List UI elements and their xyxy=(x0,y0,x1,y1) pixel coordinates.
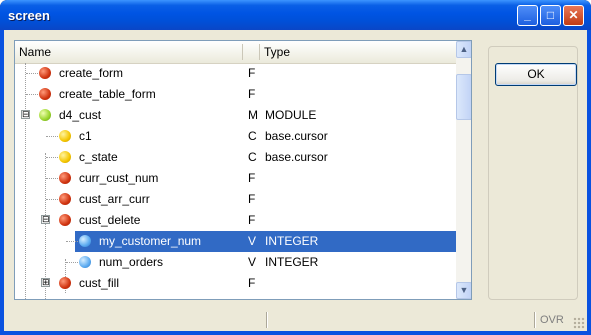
row-name: curr_cust_num xyxy=(79,171,159,185)
tree-header: Name Type xyxy=(15,41,456,64)
status-divider xyxy=(534,312,535,328)
tree-row[interactable]: c1 C base.cursor xyxy=(15,126,456,147)
column-divider[interactable] xyxy=(259,44,260,60)
cursor-icon xyxy=(59,151,71,163)
column-divider[interactable] xyxy=(242,44,243,60)
row-name: cust_fill xyxy=(79,276,120,290)
tree-row[interactable]: curr_cust_num F xyxy=(15,168,456,189)
row-name: c_state xyxy=(79,150,118,164)
row-kind: M xyxy=(248,108,258,122)
collapse-icon[interactable]: ⊟ xyxy=(41,215,50,224)
column-header-type[interactable]: Type xyxy=(264,45,290,59)
vertical-scrollbar[interactable]: ▲ ▼ xyxy=(456,41,471,299)
row-name: cust_arr_curr xyxy=(79,192,150,206)
row-name: my_customer_num xyxy=(99,234,202,248)
row-kind: F xyxy=(248,213,256,227)
tree-guide-line xyxy=(66,262,78,263)
row-name: create_table_form xyxy=(59,87,156,101)
row-type: base.cursor xyxy=(265,150,328,164)
scroll-up-button[interactable]: ▲ xyxy=(456,41,471,58)
overwrite-mode-indicator: OVR xyxy=(540,314,564,326)
tree-row[interactable]: create_form F xyxy=(15,63,456,84)
chevron-down-icon: ▼ xyxy=(459,285,469,295)
row-type: base.cursor xyxy=(265,129,328,143)
row-kind: F xyxy=(248,276,256,290)
row-kind: C xyxy=(248,150,257,164)
row-kind: F xyxy=(248,66,256,80)
tree-row[interactable]: num_orders V INTEGER xyxy=(15,252,456,273)
row-type: INTEGER xyxy=(265,255,319,269)
maximize-icon: □ xyxy=(546,8,555,22)
module-icon xyxy=(39,109,51,121)
cursor-icon xyxy=(59,130,71,142)
tree-guide-line xyxy=(26,73,38,74)
tree-row[interactable]: ⊟ cust_delete F xyxy=(15,210,456,231)
ok-button[interactable]: OK xyxy=(495,63,577,86)
tree-row[interactable]: ⊟ d4_cust M MODULE xyxy=(15,105,456,126)
row-kind: F xyxy=(248,87,256,101)
tree-guide-line xyxy=(46,199,58,200)
symbol-tree[interactable]: Name Type create_form F create_table_for… xyxy=(14,40,472,300)
scroll-thumb[interactable] xyxy=(456,74,471,120)
row-kind: F xyxy=(248,171,256,185)
row-name: create_form xyxy=(59,66,124,80)
dialog-window: screen _ □ ✕ Name Type create_form F cre… xyxy=(0,0,591,335)
tree-guide-line xyxy=(26,94,38,95)
variable-icon xyxy=(79,256,91,268)
column-header-name[interactable]: Name xyxy=(19,45,51,59)
close-icon: ✕ xyxy=(568,8,579,22)
tree-guide-line xyxy=(46,157,58,158)
row-kind: F xyxy=(248,192,256,206)
tree-guide-line xyxy=(46,136,58,137)
expand-icon[interactable]: ⊞ xyxy=(41,278,50,287)
function-icon xyxy=(59,172,71,184)
resize-grip-icon[interactable] xyxy=(573,317,585,329)
function-icon xyxy=(39,67,51,79)
window-frame-bottom xyxy=(0,331,591,335)
function-icon xyxy=(39,88,51,100)
chevron-up-icon: ▲ xyxy=(459,44,469,54)
row-type: MODULE xyxy=(265,108,317,122)
row-name: num_orders xyxy=(99,255,164,269)
row-type: INTEGER xyxy=(265,234,319,248)
collapse-icon[interactable]: ⊟ xyxy=(21,110,30,119)
row-kind: C xyxy=(248,129,257,143)
status-bar: OVR xyxy=(4,309,587,331)
tree-row[interactable]: c_state C base.cursor xyxy=(15,147,456,168)
variable-icon xyxy=(79,235,91,247)
function-icon xyxy=(59,214,71,226)
row-kind: V xyxy=(248,234,257,248)
tree-row[interactable]: cust_arr_curr F xyxy=(15,189,456,210)
row-name: c1 xyxy=(79,129,92,143)
tree-guide-line xyxy=(46,178,58,179)
row-name: cust_delete xyxy=(79,213,141,227)
maximize-button[interactable]: □ xyxy=(540,5,561,26)
function-icon xyxy=(59,193,71,205)
function-icon xyxy=(59,277,71,289)
scroll-down-button[interactable]: ▼ xyxy=(456,282,471,299)
close-button[interactable]: ✕ xyxy=(563,5,584,26)
minimize-button[interactable]: _ xyxy=(517,5,538,26)
title-bar[interactable]: screen _ □ ✕ xyxy=(0,0,591,30)
tree-row[interactable]: ⊞ cust_fill F xyxy=(15,273,456,294)
dialog-client-area: Name Type create_form F create_table_for… xyxy=(4,30,587,331)
status-divider xyxy=(266,312,267,328)
tree-row[interactable]: create_table_form F xyxy=(15,84,456,105)
row-name: d4_cust xyxy=(59,108,102,122)
minimize-icon: _ xyxy=(524,8,531,22)
window-title: screen xyxy=(8,8,50,23)
window-frame-right xyxy=(587,30,591,335)
row-kind: V xyxy=(248,255,257,269)
tree-row-selected[interactable]: my_customer_num V INTEGER xyxy=(15,231,456,252)
tree-guide-line xyxy=(66,241,78,242)
